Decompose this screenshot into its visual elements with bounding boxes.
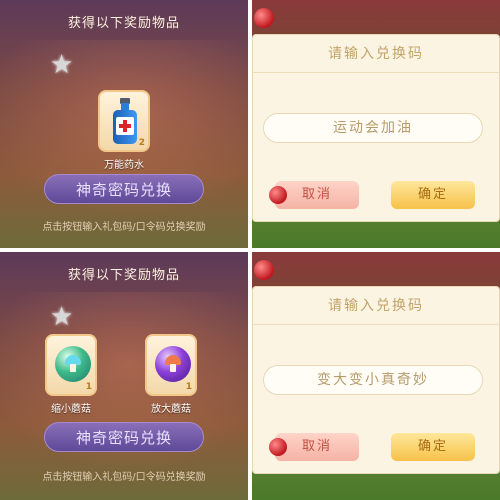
green-mushroom-icon — [55, 346, 91, 382]
cancel-label: 取消 — [301, 187, 332, 202]
purple-mushroom-icon — [155, 346, 191, 382]
dialog-title-text: 请输入兑换码 — [328, 298, 424, 314]
redeem-dialog-panel: 请输入兑换码 变大变小真奇妙 取消 确定 — [252, 252, 500, 500]
item-card[interactable]: 1 — [145, 334, 197, 396]
potion-icon — [113, 98, 137, 144]
reward-background — [0, 252, 248, 500]
reward-title: 获得以下奖励物品 — [67, 268, 180, 283]
item-name: 万能药水 — [104, 160, 144, 171]
red-ball-icon — [269, 438, 287, 456]
item-card[interactable]: 1 — [45, 334, 97, 396]
item-name: 放大蘑菇 — [151, 404, 191, 415]
cancel-label: 取消 — [301, 439, 332, 454]
reward-item[interactable]: 1 缩小蘑菇 — [45, 334, 97, 415]
reward-item[interactable]: 1 放大蘑菇 — [145, 334, 197, 415]
dialog-title: 请输入兑换码 — [253, 35, 499, 73]
reward-panel-potion: ★ 获得以下奖励物品 2 万能药水 神奇密码兑换 点击按钮输入礼包码/口令码兑换… — [0, 0, 248, 248]
item-card[interactable]: 2 — [98, 90, 150, 152]
redeem-dialog: 请输入兑换码 运动会加油 取消 确定 — [252, 34, 500, 222]
redeem-dialog-panel: 请输入兑换码 运动会加油 取消 确定 — [252, 0, 500, 248]
hint-text: 点击按钮输入礼包码/口令码兑换奖励 — [42, 472, 206, 483]
red-ball-icon — [254, 8, 274, 28]
secret-code-redeem-button[interactable]: 神奇密码兑换 — [44, 174, 204, 204]
item-count: 1 — [85, 382, 92, 392]
reward-panel-mushrooms: ★ 获得以下奖励物品 1 缩小蘑菇 1 放大蘑菇 神奇密码兑换 点击按钮输入礼包… — [0, 252, 248, 500]
red-ball-icon — [269, 186, 287, 204]
item-name: 缩小蘑菇 — [51, 404, 91, 415]
confirm-button[interactable]: 确定 — [391, 433, 475, 461]
redeem-dialog: 请输入兑换码 变大变小真奇妙 取消 确定 — [252, 286, 500, 474]
reward-title: 获得以下奖励物品 — [67, 16, 180, 31]
secret-code-redeem-button[interactable]: 神奇密码兑换 — [44, 422, 204, 452]
star-icon: ★ — [50, 50, 74, 80]
item-count: 1 — [185, 382, 192, 392]
dialog-title: 请输入兑换码 — [253, 287, 499, 325]
dialog-title-text: 请输入兑换码 — [328, 46, 424, 62]
star-icon: ★ — [50, 302, 74, 332]
red-ball-icon — [254, 260, 274, 280]
redeem-code-input[interactable]: 变大变小真奇妙 — [263, 365, 483, 395]
cancel-button[interactable]: 取消 — [269, 433, 359, 461]
confirm-button[interactable]: 确定 — [391, 181, 475, 209]
hint-text: 点击按钮输入礼包码/口令码兑换奖励 — [42, 222, 206, 233]
cancel-button[interactable]: 取消 — [269, 181, 359, 209]
redeem-code-input[interactable]: 运动会加油 — [263, 113, 483, 143]
item-count: 2 — [138, 138, 145, 148]
reward-item[interactable]: 2 万能药水 — [98, 90, 150, 171]
